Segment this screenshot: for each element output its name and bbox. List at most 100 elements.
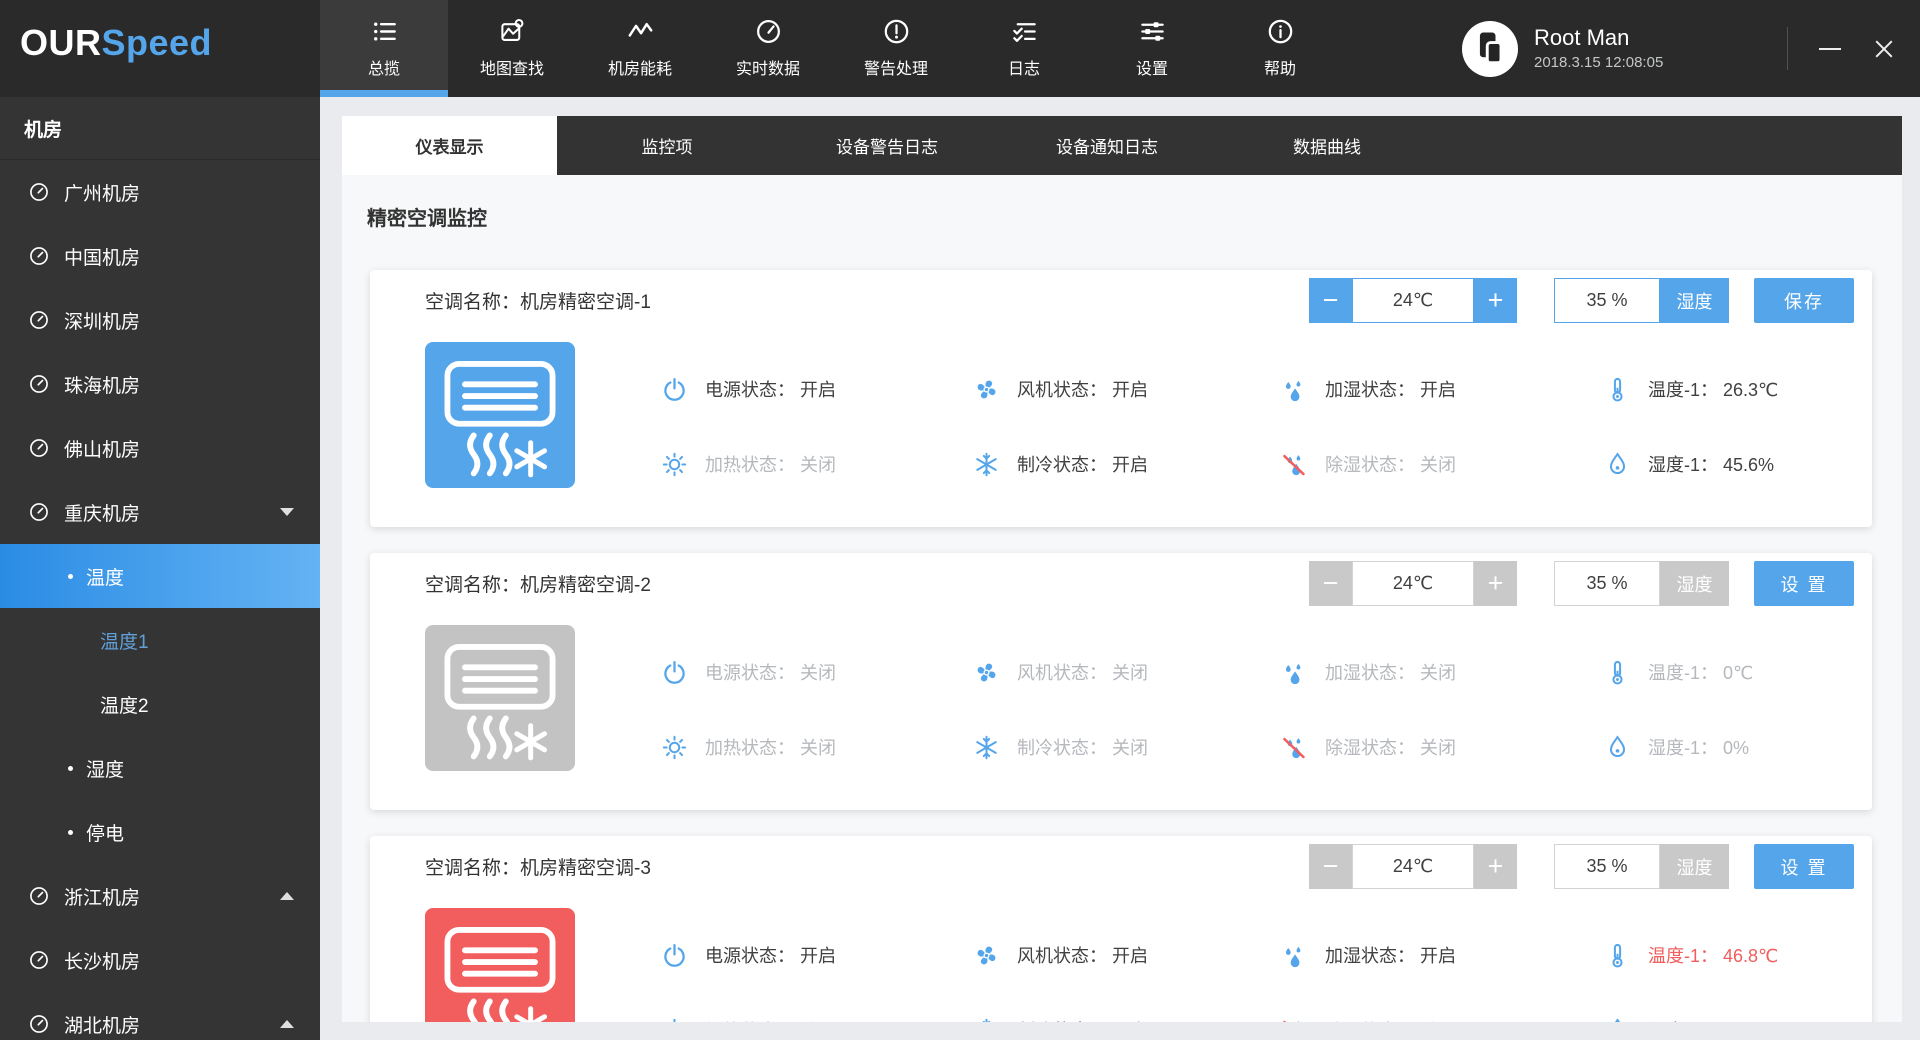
sidebar-item-zhongguo[interactable]: 中国机房 xyxy=(0,224,320,288)
alert-icon xyxy=(883,18,910,45)
sidebar-item-label: 停电 xyxy=(86,819,124,846)
temp-increase-button[interactable]: + xyxy=(1474,844,1517,889)
ac-name: 空调名称：机房精密空调-3 xyxy=(425,856,651,882)
sidebar-item-label: 湿度 xyxy=(86,755,124,782)
nav-item-alerts[interactable]: 警告处理 xyxy=(832,0,960,97)
top-header: OURSpeed 总揽地图查找机房能耗实时数据警告处理日志设置帮助 Root M… xyxy=(0,0,1920,97)
status-value: 关闭 xyxy=(1420,663,1456,683)
temp-setpoint-value[interactable]: 24℃ xyxy=(1352,278,1474,323)
dehumidify-icon xyxy=(1281,734,1308,761)
status-dehumidify: 除湿状态：关闭 xyxy=(1281,729,1604,765)
sidebar-item-hubei[interactable]: 湖北机房 xyxy=(0,992,320,1040)
fan-icon xyxy=(973,659,1000,686)
sidebar-item-changsha[interactable]: 长沙机房 xyxy=(0,928,320,992)
content-panel: 仪表显示监控项设备警告日志设备通知日志数据曲线 精密空调监控 空调名称：机房精密… xyxy=(342,116,1902,1022)
humidity-setpoint-value[interactable]: 35 % xyxy=(1554,278,1660,323)
save-button[interactable]: 保存 xyxy=(1754,278,1854,323)
status-label: 温度-1： xyxy=(1648,380,1718,400)
tab-device-alert-log[interactable]: 设备警告日志 xyxy=(777,116,997,175)
temp-increase-button[interactable]: + xyxy=(1474,561,1517,606)
nav-item-map-search[interactable]: 地图查找 xyxy=(448,0,576,97)
status-label: 湿度-1： xyxy=(1648,738,1718,758)
nav-item-overview[interactable]: 总揽 xyxy=(320,0,448,97)
set-button[interactable]: 设 置 xyxy=(1754,844,1854,889)
tab-monitor-items[interactable]: 监控项 xyxy=(557,116,777,175)
temp-decrease-button[interactable]: − xyxy=(1309,561,1352,606)
humidity-unit-button[interactable]: 湿度 xyxy=(1660,844,1729,889)
sidebar-item-temperature-2[interactable]: 温度2 xyxy=(0,672,320,736)
logo-part-our: OUR xyxy=(20,22,102,63)
sidebar-item-label: 温度2 xyxy=(100,691,149,718)
sidebar-item-shenzhen[interactable]: 深圳机房 xyxy=(0,288,320,352)
ac-name: 空调名称：机房精密空调-2 xyxy=(425,573,651,599)
sidebar-item-zhuhai[interactable]: 珠海机房 xyxy=(0,352,320,416)
sidebar-item-label: 深圳机房 xyxy=(64,307,140,334)
sidebar-item-temperature[interactable]: 温度 xyxy=(0,544,320,608)
status-value: 关闭 xyxy=(800,455,836,475)
humidity-unit-button[interactable]: 湿度 xyxy=(1660,278,1729,323)
status-cool: 制冷状态：开启 xyxy=(973,446,1281,482)
status-value: 开启 xyxy=(1112,380,1148,400)
ac-unit-icon xyxy=(425,342,575,488)
nav-item-label: 机房能耗 xyxy=(608,55,672,79)
humidity-setpoint-group: 35 %湿度 xyxy=(1554,561,1729,606)
nav-item-logs[interactable]: 日志 xyxy=(960,0,1088,97)
tab-data-curve[interactable]: 数据曲线 xyxy=(1217,116,1437,175)
minimize-button[interactable] xyxy=(1808,0,1852,97)
status-value: 0% xyxy=(1723,738,1749,758)
sidebar-item-guangzhou[interactable]: 广州机房 xyxy=(0,160,320,224)
temp-increase-button[interactable]: + xyxy=(1474,278,1517,323)
temp-setpoint-value[interactable]: 24℃ xyxy=(1352,844,1474,889)
status-power: 电源状态：开启 xyxy=(661,937,973,973)
status-dehumidify: 除湿状态：关闭 xyxy=(1281,1012,1604,1022)
status-heat: 加热状态：关闭 xyxy=(661,729,973,765)
sidebar-item-temperature-1[interactable]: 温度1 xyxy=(0,608,320,672)
close-button[interactable] xyxy=(1862,0,1906,97)
temp-setpoint-value[interactable]: 24℃ xyxy=(1352,561,1474,606)
temp-decrease-button[interactable]: − xyxy=(1309,844,1352,889)
set-button[interactable]: 设 置 xyxy=(1754,561,1854,606)
nav-item-energy[interactable]: 机房能耗 xyxy=(576,0,704,97)
sidebar-item-power-outage[interactable]: 停电 xyxy=(0,800,320,864)
tab-dashboard[interactable]: 仪表显示 xyxy=(342,116,557,175)
humidity-setpoint-group: 35 %湿度 xyxy=(1554,278,1729,323)
humidity-setpoint-value[interactable]: 35 % xyxy=(1554,844,1660,889)
droplet-icon xyxy=(1604,451,1631,478)
gauge-icon xyxy=(28,309,50,331)
thermometer-icon xyxy=(1604,942,1631,969)
nav-item-realtime[interactable]: 实时数据 xyxy=(704,0,832,97)
status-fan: 风机状态：关闭 xyxy=(973,654,1281,690)
status-label: 风机状态： xyxy=(1017,380,1107,400)
status-grid: 电源状态：关闭风机状态：关闭加湿状态：关闭温度-1：0℃加热状态：关闭制冷状态：… xyxy=(661,654,1753,765)
gauge-icon xyxy=(28,885,50,907)
sidebar-item-chongqing[interactable]: 重庆机房 xyxy=(0,480,320,544)
sidebar-item-zhejiang[interactable]: 浙江机房 xyxy=(0,864,320,928)
sidebar-item-label: 浙江机房 xyxy=(64,883,140,910)
tab-bar: 仪表显示监控项设备警告日志设备通知日志数据曲线 xyxy=(342,116,1902,175)
tab-device-notice-log[interactable]: 设备通知日志 xyxy=(997,116,1217,175)
sidebar-title: 机房 xyxy=(0,97,320,160)
status-label: 加湿状态： xyxy=(1325,663,1415,683)
user-account[interactable]: Root Man 2018.3.15 12:08:05 xyxy=(1462,0,1663,97)
sidebar-item-humidity[interactable]: 湿度 xyxy=(0,736,320,800)
sidebar-item-foshan[interactable]: 佛山机房 xyxy=(0,416,320,480)
ac-name-label: 空调名称： xyxy=(425,858,520,879)
nav-item-settings[interactable]: 设置 xyxy=(1088,0,1216,97)
sidebar: 机房 广州机房中国机房深圳机房珠海机房佛山机房重庆机房温度温度1 温度2 湿度停电浙… xyxy=(0,97,320,1040)
status-fan: 风机状态：开启 xyxy=(973,937,1281,973)
humidity-unit-button[interactable]: 湿度 xyxy=(1660,561,1729,606)
humidity-setpoint-value[interactable]: 35 % xyxy=(1554,561,1660,606)
humidity-setpoint-group: 35 %湿度 xyxy=(1554,844,1729,889)
nav-item-help[interactable]: 帮助 xyxy=(1216,0,1344,97)
ac-card-ac-2: 空调名称：机房精密空调-2−24℃+35 %湿度设 置电源状态：关闭风机状态：关… xyxy=(370,553,1872,810)
status-temperature-1: 温度-1：0℃ xyxy=(1604,654,1753,690)
temp-decrease-button[interactable]: − xyxy=(1309,278,1352,323)
gauge-icon xyxy=(28,949,50,971)
log-icon xyxy=(1011,18,1038,45)
help-icon xyxy=(1267,18,1294,45)
status-value: 关闭 xyxy=(800,1021,836,1022)
status-value: 46.8℃ xyxy=(1723,946,1778,966)
sidebar-item-label: 珠海机房 xyxy=(64,371,140,398)
gauge-icon xyxy=(28,437,50,459)
status-label: 除湿状态： xyxy=(1325,738,1415,758)
